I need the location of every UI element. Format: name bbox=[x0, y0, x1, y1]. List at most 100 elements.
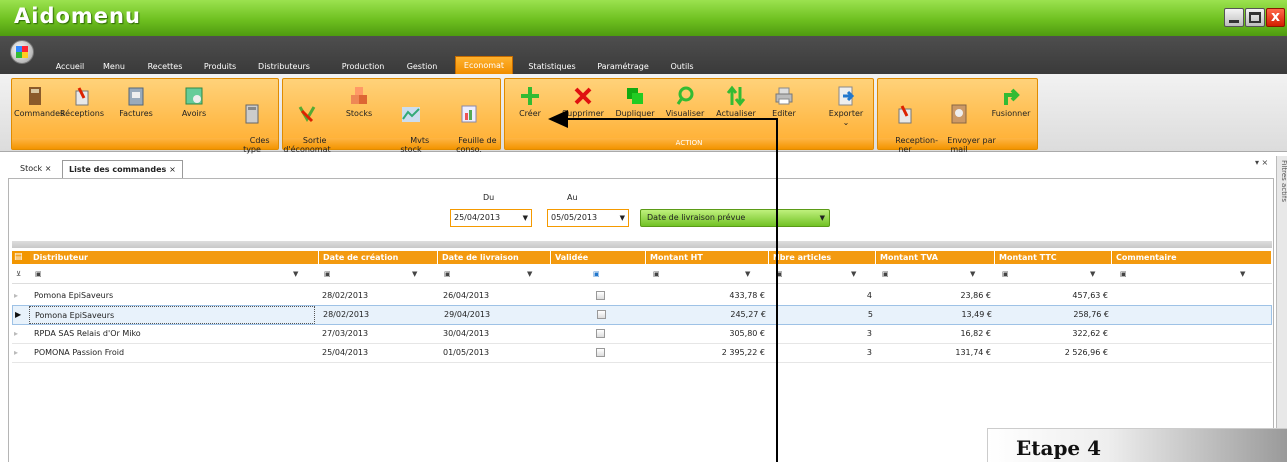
filter-montant-ttc[interactable]: ▣ bbox=[1002, 270, 1009, 280]
tab-menu[interactable]: Menu bbox=[100, 60, 128, 74]
filter-validee[interactable]: ▣ bbox=[593, 270, 600, 280]
close-button[interactable]: x bbox=[1266, 8, 1285, 27]
stocks-button[interactable]: Stocks bbox=[339, 85, 379, 118]
actualiser-button[interactable]: Actualiser bbox=[711, 85, 761, 118]
app-window: Aidomenu x Accueil Menu Recettes Produit… bbox=[0, 0, 1287, 462]
table-row[interactable]: ▸ Pomona EpiSaveurs 28/02/2013 26/04/201… bbox=[12, 286, 1272, 306]
filter-distributeur[interactable]: ▣ bbox=[35, 270, 42, 280]
tab-economat[interactable]: Economat bbox=[455, 56, 513, 74]
fusionner-button[interactable]: Fusionner bbox=[988, 85, 1034, 118]
visualiser-button[interactable]: Visualiser bbox=[661, 85, 709, 118]
commandes-button[interactable]: Commandes bbox=[14, 85, 64, 118]
tab-gestion[interactable]: Gestion bbox=[404, 60, 440, 74]
filter-montant-tva[interactable]: ▣ bbox=[882, 270, 889, 280]
table-row[interactable]: ▸ RPDA SAS Relais d'Or Miko 27/03/2013 3… bbox=[12, 324, 1272, 344]
close-tab-icon[interactable]: × bbox=[169, 165, 176, 174]
ribbon-group-documents: Commandes Réceptions Factures Avoirs Cde… bbox=[11, 78, 279, 154]
cell-montant-ttc: 457,63 € bbox=[1072, 291, 1108, 300]
col-montant-ttc[interactable]: Montant TTC bbox=[996, 251, 1112, 264]
chevron-down-icon[interactable]: ▼ bbox=[293, 270, 298, 280]
tab-production[interactable]: Production bbox=[337, 60, 389, 74]
col-distributeur[interactable]: Distributeur bbox=[30, 251, 319, 264]
filter-commentaire[interactable]: ▣ bbox=[1120, 270, 1127, 280]
column-chooser-icon[interactable]: ▤ bbox=[14, 252, 26, 263]
supprimer-button[interactable]: Supprimer bbox=[557, 85, 609, 118]
avoirs-button[interactable]: Avoirs bbox=[177, 85, 211, 118]
step-label: Etape 4 bbox=[1016, 436, 1102, 460]
receptions-button[interactable]: Réceptions bbox=[58, 85, 106, 118]
mvts-stock-button[interactable]: Mvts stock bbox=[395, 85, 429, 154]
tab-accueil[interactable]: Accueil bbox=[54, 60, 86, 74]
tab-liste-commandes[interactable]: Liste des commandes × bbox=[62, 160, 183, 178]
app-logo-icon[interactable] bbox=[10, 40, 34, 64]
cell-montant-ht: 433,78 € bbox=[729, 291, 765, 300]
creer-button[interactable]: Créer bbox=[509, 85, 551, 118]
col-nbre-articles[interactable]: Nbre articles bbox=[770, 251, 876, 264]
col-date-livraison[interactable]: Date de livraison bbox=[439, 251, 551, 264]
validee-checkbox[interactable] bbox=[596, 348, 605, 357]
dupliquer-button[interactable]: Dupliquer bbox=[611, 85, 659, 118]
chevron-down-icon[interactable]: ▼ bbox=[1240, 270, 1245, 280]
cell-date-creation: 28/02/2013 bbox=[322, 291, 369, 300]
cell-montant-ht: 2 395,22 € bbox=[721, 348, 765, 357]
cell-date-livraison: 01/05/2013 bbox=[443, 348, 490, 357]
col-commentaire[interactable]: Commentaire bbox=[1113, 251, 1272, 264]
table-row[interactable]: ▸ POMONA Passion Froid 25/04/2013 01/05/… bbox=[12, 343, 1272, 363]
col-montant-ht[interactable]: Montant HT bbox=[647, 251, 769, 264]
minimize-button[interactable] bbox=[1224, 8, 1244, 27]
tab-distributeurs[interactable]: Distributeurs bbox=[253, 60, 315, 74]
cell-distributeur: Pomona EpiSaveurs bbox=[34, 291, 114, 300]
sortie-economat-button[interactable]: Sortie d'économat bbox=[283, 85, 331, 154]
receptionner-button[interactable]: Reception- ner bbox=[880, 85, 938, 154]
reception-icon bbox=[75, 87, 89, 106]
maximize-button[interactable] bbox=[1245, 8, 1265, 27]
table-row-selected[interactable]: ▶ Pomona EpiSaveurs 28/02/2013 29/04/201… bbox=[12, 305, 1272, 325]
col-validee[interactable]: Validée bbox=[552, 251, 646, 264]
tab-recettes[interactable]: Recettes bbox=[145, 60, 185, 74]
tab-produits[interactable]: Produits bbox=[199, 60, 241, 74]
title-bar bbox=[0, 0, 1287, 36]
filter-icon[interactable]: ⊻ bbox=[16, 270, 21, 280]
factures-button[interactable]: Factures bbox=[116, 85, 156, 118]
chevron-down-icon: ▼ bbox=[619, 214, 625, 222]
filter-montant-ht[interactable]: ▣ bbox=[653, 270, 660, 280]
date-type-select[interactable]: Date de livraison prévue ▼ bbox=[640, 209, 830, 227]
editer-button[interactable]: Editer bbox=[767, 85, 801, 118]
chevron-down-icon[interactable]: ▼ bbox=[412, 270, 417, 280]
col-date-creation[interactable]: Date de création bbox=[320, 251, 438, 264]
date-to-field[interactable]: 05/05/2013 ▼ bbox=[547, 209, 629, 227]
cell-montant-tva: 16,82 € bbox=[960, 329, 991, 338]
document-tabs bbox=[0, 155, 1287, 177]
chevron-down-icon[interactable]: ▼ bbox=[745, 270, 750, 280]
validee-checkbox[interactable] bbox=[596, 329, 605, 338]
tab-outils[interactable]: Outils bbox=[667, 60, 697, 74]
chevron-down-icon[interactable]: ▼ bbox=[1090, 270, 1095, 280]
filters-side-tab[interactable]: Filtres actifs bbox=[1276, 156, 1287, 462]
col-montant-tva[interactable]: Montant TVA bbox=[877, 251, 995, 264]
chevron-down-icon[interactable]: ▼ bbox=[527, 270, 532, 280]
filter-nbre-articles[interactable]: ▣ bbox=[776, 270, 783, 280]
filter-date-livraison[interactable]: ▣ bbox=[444, 270, 451, 280]
close-icon: x bbox=[1271, 9, 1281, 25]
ribbon-group-action: ACTION Créer Supprimer Dupliquer Visuali… bbox=[504, 78, 874, 150]
order-book-icon bbox=[29, 87, 41, 105]
delete-x-icon bbox=[574, 87, 592, 105]
chevron-down-icon[interactable]: ▼ bbox=[970, 270, 975, 280]
cell-date-livraison: 26/04/2013 bbox=[443, 291, 490, 300]
validee-checkbox[interactable] bbox=[597, 310, 606, 319]
chevron-down-icon[interactable]: ▼ bbox=[851, 270, 856, 280]
tab-statistiques[interactable]: Statistiques bbox=[523, 60, 581, 74]
feuille-conso-button[interactable]: Feuille de conso. bbox=[443, 85, 497, 154]
close-tab-icon[interactable]: × bbox=[45, 164, 52, 173]
filter-date-creation[interactable]: ▣ bbox=[324, 270, 331, 280]
cell-nbre-articles: 3 bbox=[866, 329, 872, 338]
envoyer-mail-button[interactable]: Envoyer par mail bbox=[932, 85, 996, 154]
cdes-type-button[interactable]: Cdes type bbox=[232, 85, 272, 154]
validee-checkbox[interactable] bbox=[596, 291, 605, 300]
row-indicator: ▸ bbox=[14, 348, 19, 357]
panel-menu-icon[interactable]: ▾ × bbox=[1255, 158, 1268, 167]
date-from-field[interactable]: 25/04/2013 ▼ bbox=[450, 209, 532, 227]
tab-stock[interactable]: Stock × bbox=[14, 160, 57, 178]
tab-parametrage[interactable]: Paramétrage bbox=[591, 60, 655, 74]
exporter-button[interactable]: Exporter ⌄ bbox=[823, 85, 869, 127]
